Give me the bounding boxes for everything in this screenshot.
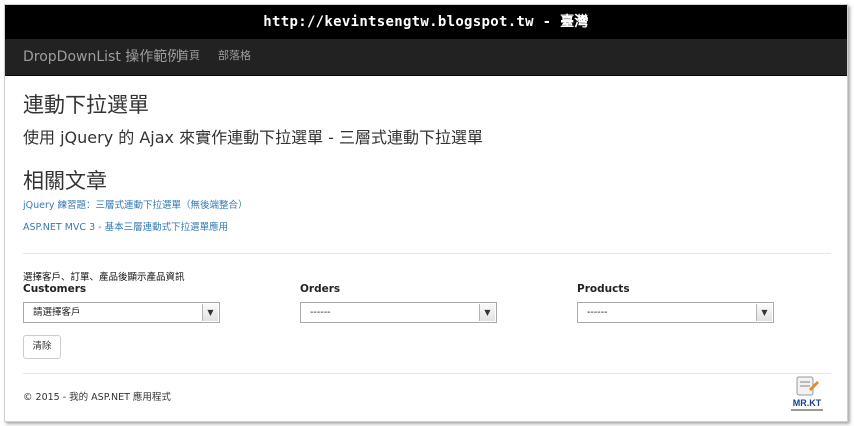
orders-select[interactable]: ------ ▼ <box>300 302 497 323</box>
related-articles-heading: 相關文章 <box>23 169 107 193</box>
clear-button[interactable]: 清除 <box>23 335 61 359</box>
customers-label: Customers <box>23 283 87 295</box>
customers-select-value: 請選擇客戶 <box>33 307 81 318</box>
orders-label: Orders <box>300 283 341 295</box>
products-label: Products <box>577 283 630 295</box>
chevron-down-icon[interactable]: ▼ <box>756 304 772 321</box>
url-banner: http://kevintsengtw.blogspot.tw - 臺灣 <box>5 5 847 39</box>
mr-kt-logo: MR.KT <box>791 376 823 411</box>
chevron-down-icon[interactable]: ▼ <box>479 304 495 321</box>
instruction-text: 選擇客戶、訂單、產品後顯示產品資訊 <box>23 272 185 283</box>
page-subtitle: 使用 jQuery 的 Ajax 來實作連動下拉選單 - 三層式連動下拉選單 <box>23 128 484 147</box>
divider <box>23 253 831 254</box>
orders-select-value: ------ <box>310 307 331 318</box>
products-select-value: ------ <box>587 307 608 318</box>
nav-link-home[interactable]: 首頁 <box>178 39 200 73</box>
chevron-down-icon[interactable]: ▼ <box>202 304 218 321</box>
nav-link-blog[interactable]: 部落格 <box>218 39 251 73</box>
products-select[interactable]: ------ ▼ <box>577 302 774 323</box>
page-title: 連動下拉選單 <box>23 93 149 117</box>
related-link-jquery[interactable]: jQuery 練習題：三層式連動下拉選單（無後端整合） <box>23 197 248 211</box>
footer-divider <box>23 373 831 374</box>
navbar: DropDownList 操作範例 首頁 部落格 <box>5 39 847 76</box>
navbar-brand[interactable]: DropDownList 操作範例 <box>23 39 181 75</box>
related-link-mvc[interactable]: ASP.NET MVC 3 - 基本三層連動式下拉選單應用 <box>23 219 228 233</box>
footer-copyright: © 2015 - 我的 ASP.NET 應用程式 <box>23 392 171 403</box>
customers-select[interactable]: 請選擇客戶 ▼ <box>23 302 220 323</box>
browser-frame: http://kevintsengtw.blogspot.tw - 臺灣 Dro… <box>4 4 848 422</box>
logo-text: MR.KT <box>793 398 822 408</box>
